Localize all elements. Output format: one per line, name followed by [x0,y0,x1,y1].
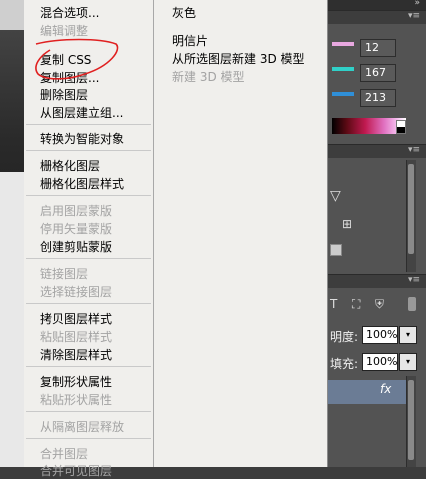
menu-separator [26,258,151,259]
layers-panel-header: ▾≡ [328,274,426,288]
menu-item-link-layers[interactable]: 链接图层 [40,265,88,282]
type-tool-icon[interactable]: T [330,297,337,311]
menu-item-paste-shape-attributes[interactable]: 粘贴形状属性 [40,391,112,408]
panel-menu-icon[interactable]: ▾≡ [408,11,420,21]
canvas-top-area [0,0,24,30]
opacity-dropdown-icon[interactable]: ▾ [399,326,417,344]
menu-separator [26,150,151,151]
black-white-swatch[interactable] [396,120,406,134]
lock-icon[interactable]: ⛨ [375,297,384,312]
color-slider-3[interactable] [332,92,354,96]
selected-layer-row[interactable] [328,380,406,404]
submenu-item-postcard[interactable]: 明信片 [172,32,208,49]
layer-effects-icon[interactable]: fx [380,382,391,396]
swatches-panel-header: ▾≡ [328,144,426,158]
menu-item-clear-layer-style[interactable]: 清除图层样式 [40,346,112,363]
panel-topbar: » [328,0,426,10]
menu-separator [26,195,151,196]
swatch-icon[interactable] [330,244,342,256]
grid-icon[interactable]: ⊞ [342,217,352,231]
layers-scroll-thumb[interactable] [408,380,414,460]
fill-input[interactable]: 100% [362,353,398,371]
fill-label: 填充: [330,357,359,371]
layer-context-menu: 混合选项... 编辑调整 复制 CSS 复制图层... 删除图层 从图层建立组.… [24,0,154,478]
menu-item-merge-visible[interactable]: 合并可见图层 [40,462,112,479]
opacity-input[interactable]: 100% [362,326,398,344]
transform-icon[interactable]: ⛶ [352,297,360,312]
panel-menu-icon[interactable]: ▾≡ [408,275,420,285]
submenu-item-new-3d-from-layer[interactable]: 从所选图层新建 3D 模型 [172,50,305,67]
color-panel-header: ▾≡ [328,10,426,24]
menu-item-duplicate-layer[interactable]: 复制图层... [40,69,99,86]
menu-item-create-clipping-mask[interactable]: 创建剪贴蒙版 [40,238,112,255]
triangle-icon[interactable]: ▽ [330,188,341,204]
opacity-label: 明度: [330,330,359,344]
color-value-3[interactable]: 213 [360,89,396,107]
menu-item-rasterize-layer[interactable]: 栅格化图层 [40,157,100,174]
styles-scroll-thumb[interactable] [408,164,414,254]
menu-separator [26,366,151,367]
menu-item-merge-layers[interactable]: 合并图层 [40,445,88,462]
menu-item-select-linked-layers[interactable]: 选择链接图层 [40,283,112,300]
collapse-icon[interactable]: » [414,0,420,8]
menu-item-copy-shape-attributes[interactable]: 复制形状属性 [40,373,112,390]
menu-item-enable-layer-mask[interactable]: 启用图层蒙版 [40,202,112,219]
menu-item-disable-vector-mask[interactable]: 停用矢量蒙版 [40,220,112,237]
menu-item-edit-adjustment[interactable]: 编辑调整 [40,22,88,39]
color-spectrum[interactable] [332,118,406,134]
menu-item-copy-css[interactable]: 复制 CSS [40,51,91,68]
menu-separator [26,438,151,439]
submenu-panel: 灰色 明信片 从所选图层新建 3D 模型 新建 3D 模型 [154,0,328,467]
canvas-bottom-area [0,172,24,467]
menu-item-convert-smart-object[interactable]: 转换为智能对象 [40,130,124,147]
color-value-2[interactable]: 167 [360,64,396,82]
menu-item-paste-layer-style[interactable]: 粘贴图层样式 [40,328,112,345]
menu-separator [26,124,151,125]
color-slider-2[interactable] [332,67,354,71]
fill-dropdown-icon[interactable]: ▾ [399,353,417,371]
filter-toggle-icon[interactable] [408,297,416,311]
menu-item-blending-options[interactable]: 混合选项... [40,4,99,21]
menu-separator [26,303,151,304]
color-slider-1[interactable] [332,42,354,46]
menu-item-release-from-isolation[interactable]: 从隔离图层释放 [40,418,124,435]
menu-item-copy-layer-style[interactable]: 拷贝图层样式 [40,310,112,327]
menu-item-delete-layer[interactable]: 删除图层 [40,86,88,103]
panel-menu-icon[interactable]: ▾≡ [408,145,420,155]
menu-separator [26,411,151,412]
submenu-item-gray[interactable]: 灰色 [172,4,196,21]
color-value-1[interactable]: 12 [360,39,396,57]
submenu-item-new-3d-model[interactable]: 新建 3D 模型 [172,68,245,85]
menu-item-rasterize-layer-style[interactable]: 栅格化图层样式 [40,175,124,192]
menu-item-group-from-layers[interactable]: 从图层建立组... [40,104,123,121]
